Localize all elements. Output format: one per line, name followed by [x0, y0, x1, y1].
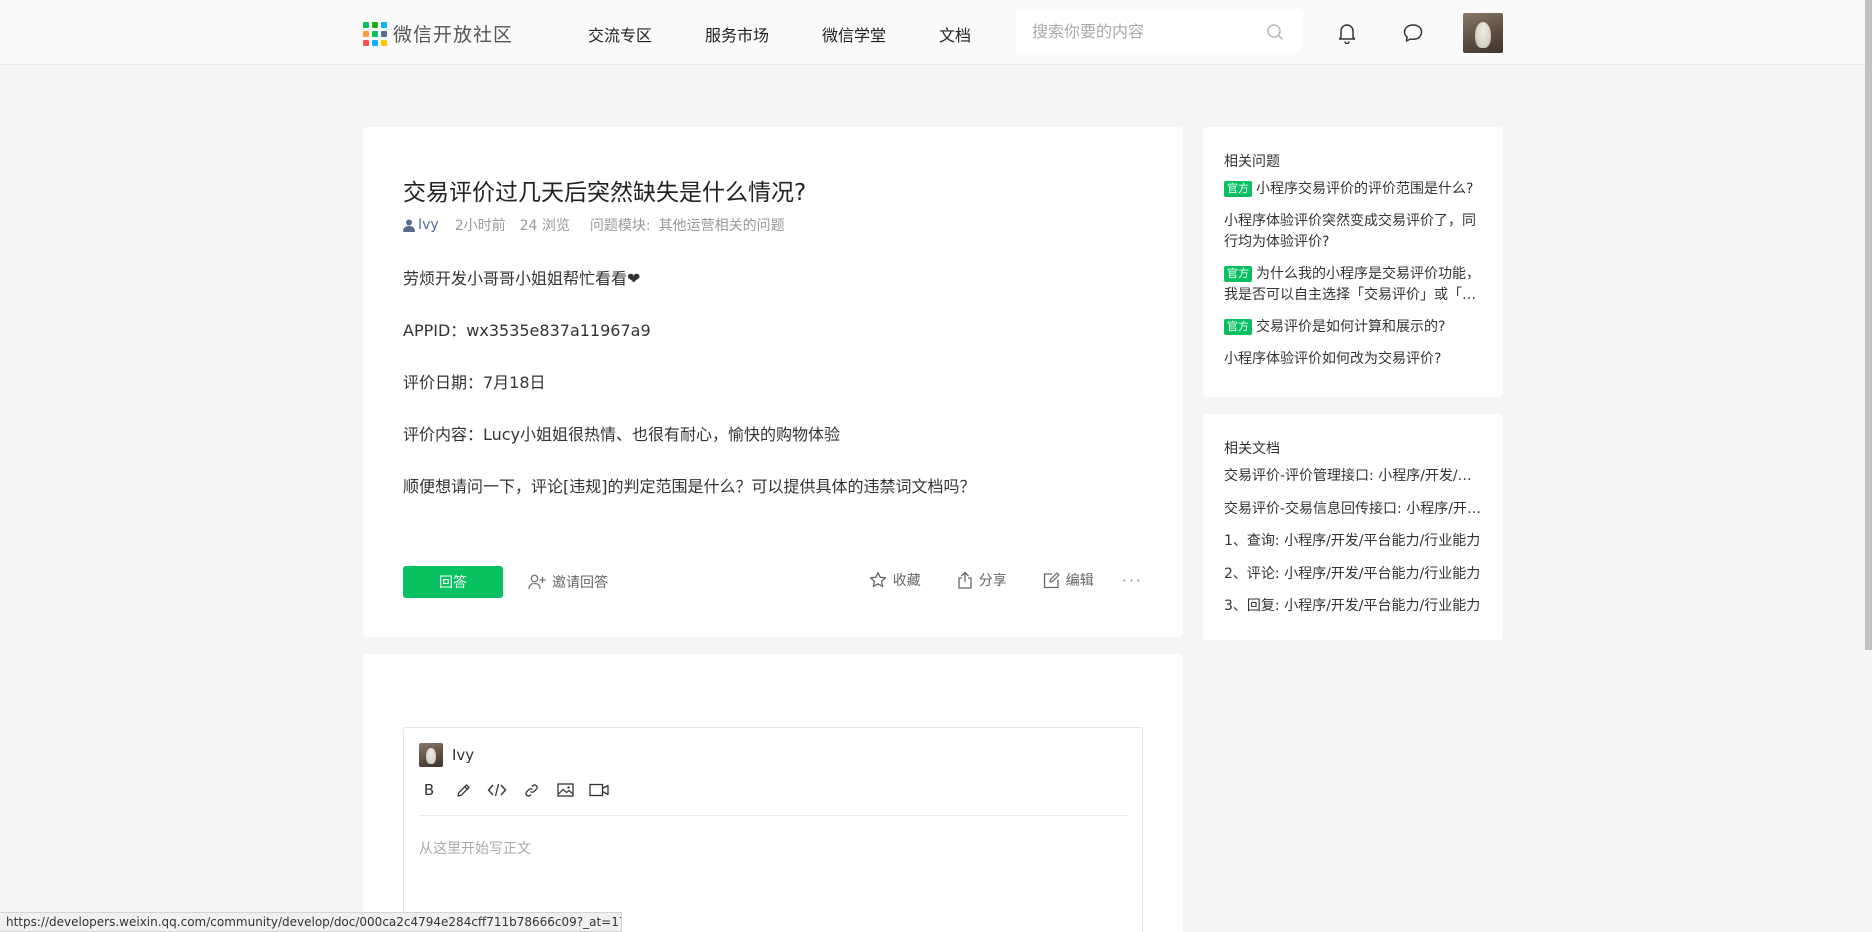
related-question-item[interactable]: 官方 交易评价是如何计算和展示的? — [1224, 317, 1484, 338]
editor-placeholder[interactable]: 从这里开始写正文 — [419, 838, 531, 858]
edit-label: 编辑 — [1065, 573, 1094, 589]
editor-username: Ivy — [452, 746, 475, 764]
author-name: Ivy — [418, 217, 439, 233]
logo-dot — [372, 30, 378, 37]
body-paragraph: 顺便想请问一下，评论[违规]的判定范围是什么？可以提供具体的违禁词文档吗？ — [403, 477, 976, 496]
answer-editor-card: Ivy B 从这里开始写正文 — [363, 654, 1183, 932]
answer-editor[interactable]: Ivy B 从这里开始写正文 — [403, 727, 1143, 932]
question-meta: Ivy 2小时前 24 浏览 问题模块: 其他运营相关的问题 — [403, 215, 785, 235]
invite-label: 邀请回答 — [552, 575, 608, 591]
related-docs-list: 交易评价-评价管理接口: 小程序/开发/平台能力/行业能力 交易评价-交易信息回… — [1224, 466, 1484, 629]
message-icon[interactable] — [1401, 21, 1425, 45]
nav-item-docs[interactable]: 文档 — [939, 22, 971, 46]
related-question-text: 小程序体验评价突然变成交易评价了，同行均为体验评价? — [1224, 213, 1476, 250]
nav-item-wechat-academy[interactable]: 微信学堂 — [822, 22, 886, 46]
editor-user: Ivy — [419, 743, 474, 767]
related-question-item[interactable]: 官方为什么我的小程序是交易评价功能，我是否可以自主选择「交易评价」或「体验评价」… — [1224, 264, 1484, 306]
logo-dot — [381, 39, 387, 46]
view-count: 24 浏览 — [519, 218, 570, 234]
logo-text: 微信开放社区 — [393, 24, 514, 46]
nav-item-service-market[interactable]: 服务市场 — [705, 22, 769, 46]
search-icon[interactable] — [1265, 22, 1285, 42]
bold-button[interactable]: B — [419, 780, 439, 800]
user-avatar[interactable] — [1463, 13, 1503, 53]
top-header: 微信开放社区 交流专区 服务市场 微信学堂 文档 — [0, 0, 1872, 65]
related-question-item[interactable]: 小程序体验评价突然变成交易评价了，同行均为体验评价? — [1224, 211, 1484, 253]
body-paragraph: 评价日期：7月18日 — [403, 373, 546, 392]
search-input[interactable] — [1032, 22, 1265, 41]
related-docs-card: 相关文档 交易评价-评价管理接口: 小程序/开发/平台能力/行业能力 交易评价-… — [1203, 414, 1503, 640]
related-docs-title: 相关文档 — [1224, 441, 1280, 457]
invite-answer-button[interactable]: 邀请回答 — [528, 572, 608, 592]
post-time: 2小时前 — [454, 218, 506, 234]
scrollbar-thumb[interactable] — [1865, 0, 1872, 650]
editor-avatar — [419, 743, 443, 767]
related-question-text: 小程序交易评价的评价范围是什么? — [1256, 181, 1474, 197]
related-question-text: 为什么我的小程序是交易评价功能，我是否可以自主选择「交易评价」或「体验评价」? — [1224, 266, 1480, 303]
link-status-bar: https://developers.weixin.qq.com/communi… — [0, 912, 622, 932]
related-question-item[interactable]: 官方 小程序交易评价的评价范围是什么? — [1224, 179, 1484, 200]
main-nav: 交流专区 服务市场 微信学堂 文档 — [588, 22, 1024, 46]
editor-toolbar: B — [419, 780, 623, 800]
module-value[interactable]: 其他运营相关的问题 — [659, 215, 785, 235]
official-badge: 官方 — [1224, 319, 1252, 335]
related-questions-list: 官方 小程序交易评价的评价范围是什么? 小程序体验评价突然变成交易评价了，同行均为… — [1224, 179, 1484, 381]
nav-item-community[interactable]: 交流专区 — [588, 22, 652, 46]
related-doc-item[interactable]: 2、评论: 小程序/开发/平台能力/行业能力 — [1224, 564, 1484, 585]
answer-button[interactable]: 回答 — [403, 566, 503, 598]
bell-icon[interactable] — [1335, 21, 1359, 45]
star-icon — [869, 571, 886, 588]
related-question-text: 交易评价是如何计算和展示的? — [1256, 319, 1446, 335]
logo-dot — [363, 21, 369, 28]
related-doc-item[interactable]: 交易评价-交易信息回传接口: 小程序/开发/平台能力 — [1224, 499, 1484, 520]
question-title: 交易评价过几天后突然缺失是什么情况? — [403, 180, 807, 206]
related-question-text: 小程序体验评价如何改为交易评价? — [1224, 351, 1442, 367]
related-doc-item[interactable]: 1、查询: 小程序/开发/平台能力/行业能力 — [1224, 531, 1484, 552]
favorite-label: 收藏 — [892, 573, 921, 589]
related-doc-item[interactable]: 交易评价-评价管理接口: 小程序/开发/平台能力/行业能力 — [1224, 466, 1484, 487]
logo-dot — [372, 39, 378, 46]
editor-divider — [419, 815, 1129, 816]
video-icon[interactable] — [589, 780, 609, 800]
image-icon[interactable] — [555, 780, 575, 800]
related-doc-item[interactable]: 3、回复: 小程序/开发/平台能力/行业能力 — [1224, 596, 1484, 617]
logo-dot — [372, 21, 378, 28]
edit-button[interactable]: 编辑 — [1043, 570, 1094, 590]
body-paragraph: 劳烦开发小哥哥小姐姐帮忙看看❤ — [403, 269, 641, 288]
question-actions: 收藏 分享 编辑 ··· — [833, 570, 1143, 590]
logo-dot — [381, 21, 387, 28]
logo-icon — [363, 21, 387, 46]
logo[interactable]: 微信开放社区 — [363, 20, 513, 47]
share-icon — [958, 571, 972, 589]
user-icon — [403, 219, 415, 232]
body-paragraph: 评价内容：Lucy小姐姐很热情、也很有耐心，愉快的购物体验 — [403, 425, 841, 444]
question-card: 交易评价过几天后突然缺失是什么情况? Ivy 2小时前 24 浏览 问题模块: … — [363, 127, 1183, 637]
favorite-button[interactable]: 收藏 — [869, 570, 921, 590]
link-icon[interactable] — [521, 780, 541, 800]
share-label: 分享 — [978, 573, 1007, 589]
question-body: 劳烦开发小哥哥小姐姐帮忙看看❤ APPID：wx3535e837a11967a9… — [403, 267, 1143, 527]
body-paragraph: APPID：wx3535e837a11967a9 — [403, 321, 651, 340]
code-icon[interactable] — [487, 780, 507, 800]
official-badge: 官方 — [1224, 181, 1252, 197]
related-question-item[interactable]: 小程序体验评价如何改为交易评价? — [1224, 349, 1484, 370]
logo-dot — [363, 39, 369, 46]
related-questions-title: 相关问题 — [1224, 154, 1280, 170]
module-label: 问题模块: — [589, 218, 651, 234]
page-scrollbar[interactable] — [1865, 0, 1872, 932]
related-questions-card: 相关问题 官方 小程序交易评价的评价范围是什么? 小程序体验评价突然变成交易评价了… — [1203, 127, 1503, 397]
search-box — [1016, 10, 1301, 53]
edit-icon — [1043, 571, 1060, 588]
share-button[interactable]: 分享 — [957, 570, 1007, 590]
logo-dot — [381, 30, 387, 37]
official-badge: 官方 — [1224, 266, 1252, 282]
author-link[interactable]: Ivy — [403, 217, 439, 233]
pen-icon[interactable] — [453, 780, 473, 800]
invite-user-icon — [528, 574, 546, 590]
more-options-button[interactable]: ··· — [1122, 571, 1143, 590]
logo-dot — [363, 30, 369, 37]
